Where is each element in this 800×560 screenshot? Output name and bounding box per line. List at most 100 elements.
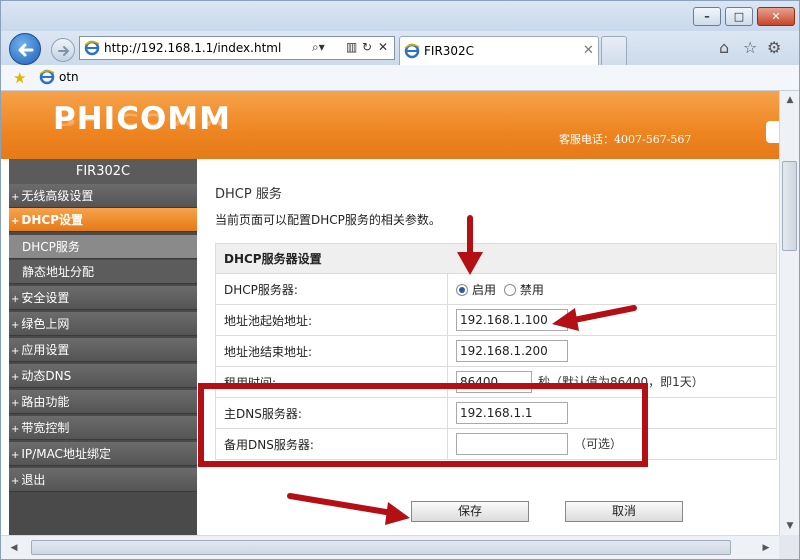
forward-arrow-icon (58, 46, 69, 56)
sidebar-item-label: 动态DNS (21, 369, 72, 383)
table-row: 地址池结束地址: (215, 335, 777, 367)
end-address-cell (447, 335, 777, 367)
address-bar[interactable]: http://192.168.1.1/index.html ⌕▾ ▥ ↻ ✕ (79, 36, 395, 60)
cancel-button[interactable]: 取消 (565, 501, 683, 522)
table-row: 地址池起始地址: (215, 304, 777, 336)
favorite-label: otn (59, 70, 79, 84)
sidebar-item-label: IP/MAC地址绑定 (21, 447, 111, 461)
scroll-corner (779, 535, 799, 559)
close-window-button[interactable]: ✕ (757, 7, 795, 26)
secondary-dns-cell: （可选） (447, 428, 777, 460)
lease-time-hint: 秒（默认值为86400，即1天） (538, 374, 704, 389)
enable-radio[interactable] (456, 284, 468, 296)
secondary-dns-label: 备用DNS服务器: (215, 428, 448, 460)
new-tab-button[interactable] (601, 36, 627, 65)
expand-plus-icon: + (11, 294, 20, 305)
sidebar-item-app-settings[interactable]: + 应用设置 (9, 338, 197, 362)
sidebar-item-label: 应用设置 (21, 343, 70, 357)
sidebar-item-routing[interactable]: + 路由功能 (9, 390, 197, 414)
table-row: 主DNS服务器: (215, 397, 777, 429)
gear-icon[interactable]: ⚙ (767, 38, 781, 57)
expand-plus-icon: + (11, 320, 20, 331)
start-address-input[interactable] (456, 309, 568, 331)
sidebar-item-static-address[interactable]: 静态地址分配 (9, 260, 197, 284)
expand-plus-icon: + (11, 476, 20, 487)
lease-time-input[interactable] (456, 371, 532, 393)
end-address-label: 地址池结束地址: (215, 335, 448, 367)
ie-favorite-icon (39, 69, 55, 85)
save-button[interactable]: 保存 (411, 501, 529, 522)
sidebar-item-label: DHCP服务 (22, 240, 80, 254)
expand-plus-icon: + (11, 372, 20, 383)
favorites-bar: ★ otn (1, 65, 799, 91)
browser-window: – □ ✕ http://192.168.1.1/index.html ⌕▾ ▥… (0, 0, 800, 560)
title-bar: – □ ✕ (1, 1, 799, 31)
secondary-dns-hint: （可选） (574, 436, 623, 451)
primary-dns-input[interactable] (456, 402, 568, 424)
sidebar-item-wireless-advanced[interactable]: + 无线高级设置 (9, 184, 197, 208)
home-icon[interactable]: ⌂ (719, 38, 729, 57)
lease-time-cell: 秒（默认值为86400，即1天） (447, 366, 777, 398)
logo-reflection: PHICOMM (53, 109, 231, 129)
refresh-icon[interactable]: ↻ (362, 40, 372, 54)
table-row: DHCP服务器: 启用 禁用 (215, 273, 777, 305)
enable-label: 启用 (472, 282, 497, 297)
sidebar-item-label: 无线高级设置 (21, 189, 94, 203)
service-hotline: 客服电话：4007-567-567 (559, 133, 692, 146)
maximize-button[interactable]: □ (725, 7, 753, 26)
main-content: DHCP 服务 当前页面可以配置DHCP服务的相关参数。 DHCP服务器设置 D… (197, 159, 779, 535)
sidebar-item-bandwidth[interactable]: + 带宽控制 (9, 416, 197, 440)
sidebar-item-ip-mac-binding[interactable]: + IP/MAC地址绑定 (9, 442, 197, 466)
stop-icon[interactable]: ✕ (378, 40, 388, 54)
back-arrow-icon (18, 43, 34, 57)
address-url: http://192.168.1.1/index.html (104, 41, 282, 55)
ie-tab-icon (404, 43, 420, 59)
maximize-icon: □ (733, 10, 745, 23)
page-viewport: PHICOMM PHICOMM 客服电话：4007-567-567 FIR302… (1, 91, 779, 535)
close-icon: ✕ (771, 10, 781, 23)
vertical-scroll-thumb[interactable] (782, 161, 797, 251)
vertical-scrollbar[interactable]: ▲ ▼ (779, 91, 799, 535)
scroll-left-icon[interactable]: ◀ (5, 539, 23, 557)
sidebar-item-green-internet[interactable]: + 绿色上网 (9, 312, 197, 336)
horizontal-scrollbar[interactable]: ◀ ▶ (1, 535, 779, 559)
forward-button[interactable] (51, 38, 75, 62)
sidebar-item-label: 绿色上网 (21, 317, 70, 331)
tab-close-icon[interactable]: ✕ (583, 43, 594, 58)
sidebar-item-dhcp-settings[interactable]: + DHCP设置 (9, 208, 197, 232)
expand-plus-icon: + (11, 216, 20, 227)
sidebar-item-logout[interactable]: + 退出 (9, 468, 197, 492)
primary-dns-cell (447, 397, 777, 429)
scroll-up-icon[interactable]: ▲ (780, 91, 800, 109)
navigation-bar: http://192.168.1.1/index.html ⌕▾ ▥ ↻ ✕ F… (1, 31, 799, 65)
tab-active[interactable]: FIR302C ✕ (399, 36, 599, 65)
compat-view-icon[interactable]: ▥ (346, 40, 357, 54)
sidebar-item-dhcp-service[interactable]: DHCP服务 (9, 235, 197, 259)
scroll-right-icon[interactable]: ▶ (757, 539, 775, 557)
horizontal-scroll-thumb[interactable] (31, 540, 731, 555)
expand-plus-icon: + (11, 398, 20, 409)
sidebar: FIR302C + 无线高级设置 + DHCP设置 DHCP服务 静态地址分配 + 安… (9, 159, 197, 535)
sidebar-item-dynamic-dns[interactable]: + 动态DNS (9, 364, 197, 388)
search-icon[interactable]: ⌕▾ (312, 40, 325, 55)
sidebar-model-title: FIR302C (9, 159, 197, 184)
secondary-dns-input[interactable] (456, 433, 568, 455)
sidebar-item-security[interactable]: + 安全设置 (9, 286, 197, 310)
section-header: DHCP服务器设置 (215, 243, 777, 274)
add-favorite-star-icon[interactable]: ★ (13, 69, 26, 87)
banner-tab (766, 121, 779, 143)
start-address-cell (447, 304, 777, 336)
sidebar-item-label: 路由功能 (21, 395, 70, 409)
expand-plus-icon: + (11, 346, 20, 357)
back-button[interactable] (9, 33, 41, 65)
minimize-button[interactable]: – (693, 7, 721, 26)
favorites-star-icon[interactable]: ☆ (743, 38, 757, 57)
primary-dns-label: 主DNS服务器: (215, 397, 448, 429)
disable-radio[interactable] (503, 284, 516, 296)
end-address-input[interactable] (456, 340, 568, 362)
scroll-down-icon[interactable]: ▼ (780, 517, 800, 535)
table-row: 备用DNS服务器: （可选） (215, 428, 777, 460)
dhcp-server-label: DHCP服务器: (215, 273, 448, 305)
sidebar-item-label: 带宽控制 (21, 421, 70, 435)
sidebar-item-label: DHCP设置 (21, 213, 83, 227)
